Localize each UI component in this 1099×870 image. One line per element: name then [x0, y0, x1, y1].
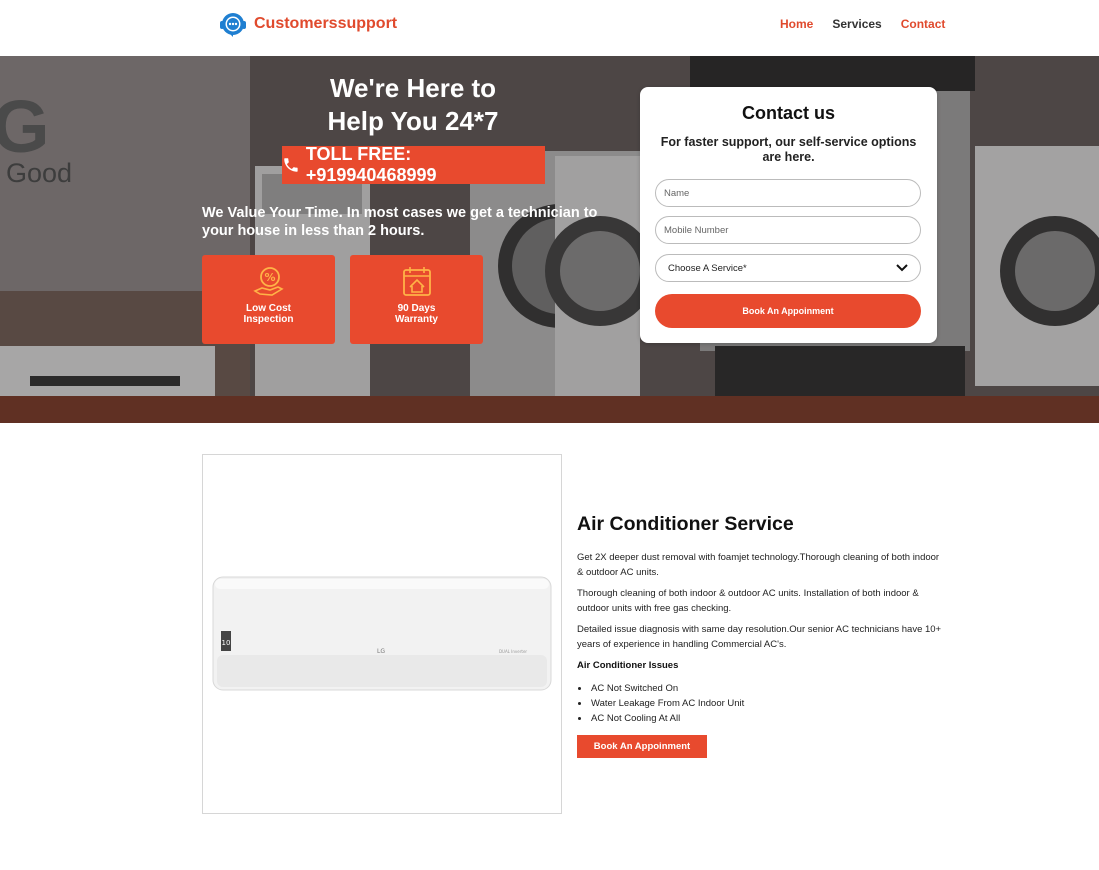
toll-free-button[interactable]: TOLL FREE: +919940468999 [282, 144, 545, 185]
hero-title-line2: Help You 24*7 [327, 106, 499, 136]
hero-title-line1: We're Here to [329, 73, 497, 103]
chevron-down-icon [896, 264, 908, 272]
feature-label-line2: Inspection [243, 314, 294, 325]
service-book-appointment-button[interactable]: Book An Appoinment [577, 735, 707, 758]
service-title: Air Conditioner Service [577, 513, 794, 535]
name-placeholder: Name [664, 187, 690, 199]
ac-brand-logo: LG [377, 648, 385, 655]
brand-name: Customerssupport [254, 15, 398, 32]
nav-contact[interactable]: Contact [901, 17, 946, 31]
feature-label-line2: Warranty [395, 314, 438, 325]
main-nav: Home Services Contact [780, 17, 945, 31]
mobile-placeholder: Mobile Number [664, 224, 729, 236]
rupee-hand-icon: % [252, 267, 284, 296]
feature-label-line1: 90 Days [397, 303, 436, 314]
feature-90-days-warranty: 90 Days Warranty [350, 255, 483, 344]
feature-low-cost-inspection: % Low Cost Inspection [202, 255, 335, 344]
site-header: Customerssupport Home Services Contact [0, 0, 1099, 56]
nav-services[interactable]: Services [832, 17, 881, 31]
list-item: AC Not Switched On [577, 681, 744, 696]
phone-icon [284, 158, 298, 172]
ac-energy-badge: 10 [222, 639, 231, 647]
list-item: AC Not Cooling At All [577, 711, 744, 726]
service-paragraph-3: Detailed issue diagnosis with same day r… [577, 624, 942, 650]
contact-form-card: Contact us For faster support, our self-… [640, 87, 937, 343]
ac-model-label: DUAL Inverter [499, 649, 527, 654]
nav-home[interactable]: Home [780, 17, 813, 31]
svg-text:%: % [264, 271, 275, 284]
air-conditioner-image: 10 LG DUAL Inverter [202, 454, 562, 814]
logo[interactable]: Customerssupport [218, 9, 397, 39]
issues-list: AC Not Switched On Water Leakage From AC… [577, 681, 744, 726]
hero-subtitle: We Value Your Time. In most cases we get… [202, 205, 598, 239]
issues-heading: Air Conditioner Issues [577, 660, 679, 671]
contact-title: Contact us [741, 103, 835, 123]
service-paragraph-2: Thorough cleaning of both indoor & outdo… [577, 588, 919, 614]
service-paragraph-1: Get 2X deeper dust removal with foamjet … [577, 552, 940, 578]
book-appointment-button[interactable]: Book An Appoinment [655, 294, 921, 328]
toll-free-text: TOLL FREE: +919940468999 [305, 144, 437, 185]
calendar-home-icon [402, 267, 431, 296]
name-input[interactable]: Name [655, 179, 921, 207]
hero-title: We're Here to Help You 24*7 [283, 72, 543, 138]
ac-unit-illustration: 10 LG DUAL Inverter [212, 576, 552, 691]
background-brand-word: Good [6, 158, 73, 188]
service-select[interactable]: Choose A Service* [655, 254, 921, 282]
background-brand-letter: G [0, 85, 50, 168]
contact-subtitle: For faster support, our self-service opt… [660, 135, 917, 164]
list-item: Water Leakage From AC Indoor Unit [577, 696, 744, 711]
feature-label-line1: Low Cost [246, 303, 291, 314]
service-select-value: Choose A Service* [668, 262, 747, 274]
mobile-number-input[interactable]: Mobile Number [655, 216, 921, 244]
headset-chat-icon [220, 13, 246, 37]
